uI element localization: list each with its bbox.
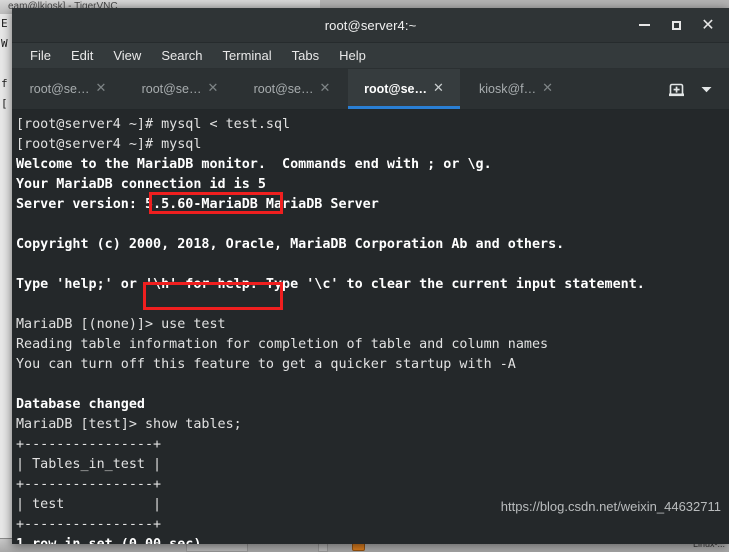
tab-label: root@se… [29, 82, 90, 96]
menu-bar: File Edit View Search Terminal Tabs Help [12, 43, 729, 69]
minimize-button[interactable] [629, 11, 659, 39]
terminal-line: MariaDB [test]> show tables; [16, 417, 242, 432]
tab-close-icon[interactable]: ✕ [542, 82, 553, 95]
terminal-output-area[interactable]: [root@server4 ~]# mysql < test.sql [root@… [12, 110, 729, 544]
tab-5[interactable]: kiosk@f… ✕ [460, 69, 572, 109]
terminal-line: +----------------+ [16, 437, 162, 452]
terminal-line: Database changed [16, 397, 145, 412]
tab-close-icon[interactable]: ✕ [433, 82, 444, 95]
terminal-line: [root@server4 ~]# mysql < test.sql [16, 117, 291, 132]
tab-label: root@se… [141, 82, 202, 96]
tab-label: root@se… [364, 82, 427, 96]
terminal-line: Your MariaDB connection id is 5 [16, 177, 266, 192]
minimize-icon [638, 24, 650, 26]
terminal-line: MariaDB [(none)]> use test [16, 317, 226, 332]
tab-label: kiosk@f… [478, 82, 537, 96]
tab-bar: root@se… ✕ root@se… ✕ root@se… ✕ root@se… [12, 69, 729, 110]
window-controls: ✕ [629, 8, 723, 42]
tab-2[interactable]: root@se… ✕ [124, 69, 236, 109]
terminal-line: +----------------+ [16, 477, 162, 492]
menu-item-search[interactable]: Search [151, 46, 212, 65]
tab-label: root@se… [253, 82, 314, 96]
maximize-button[interactable] [661, 11, 691, 39]
menu-item-help[interactable]: Help [329, 46, 376, 65]
menu-item-view[interactable]: View [103, 46, 151, 65]
close-button[interactable]: ✕ [693, 11, 723, 39]
tab-close-icon[interactable]: ✕ [320, 82, 331, 95]
tab-close-icon[interactable]: ✕ [96, 82, 107, 95]
close-icon: ✕ [701, 15, 715, 34]
tab-4-active[interactable]: root@se… ✕ [348, 69, 460, 109]
tab-1[interactable]: root@se… ✕ [12, 69, 124, 109]
menu-item-file[interactable]: File [20, 46, 61, 65]
terminal-line: Reading table information for completion… [16, 337, 549, 352]
menu-item-edit[interactable]: Edit [61, 46, 103, 65]
add-tab-icon[interactable] [663, 76, 689, 102]
terminal-line: [root@server4 ~]# mysql [16, 137, 202, 152]
terminal-line: Copyright (c) 2000, 2018, Oracle, MariaD… [16, 237, 565, 252]
terminal-line: 1 row in set (0.00 sec) [16, 535, 729, 544]
terminal-window: root@server4:~ ✕ File Edit View Search T… [12, 8, 729, 544]
tab-actions [663, 69, 729, 109]
terminal-line: Welcome to the MariaDB monitor. Commands… [16, 157, 492, 172]
terminal-line: Type 'help;' or '\h' for help. Type '\c'… [16, 277, 645, 292]
terminal-line: Server version: 5.5.60-MariaDB MariaDB S… [16, 197, 379, 212]
watermark-text: https://blog.csdn.net/weixin_44632711 [500, 499, 721, 514]
terminal-lines: [root@server4 ~]# mysql < test.sql [root@… [16, 115, 729, 544]
terminal-line: | Tables_in_test | [16, 457, 162, 472]
menu-item-tabs[interactable]: Tabs [282, 46, 329, 65]
terminal-line: You can turn off this feature to get a q… [16, 357, 516, 372]
window-titlebar[interactable]: root@server4:~ ✕ [12, 8, 729, 43]
terminal-line: +----------------+ [16, 517, 162, 532]
background-left-text-strip: E W f [ [0, 14, 12, 538]
tab-close-icon[interactable]: ✕ [208, 82, 219, 95]
maximize-icon [671, 20, 681, 30]
chevron-down-icon[interactable] [693, 76, 719, 102]
menu-item-terminal[interactable]: Terminal [213, 46, 282, 65]
window-title: root@server4:~ [324, 17, 417, 33]
tab-3[interactable]: root@se… ✕ [236, 69, 348, 109]
